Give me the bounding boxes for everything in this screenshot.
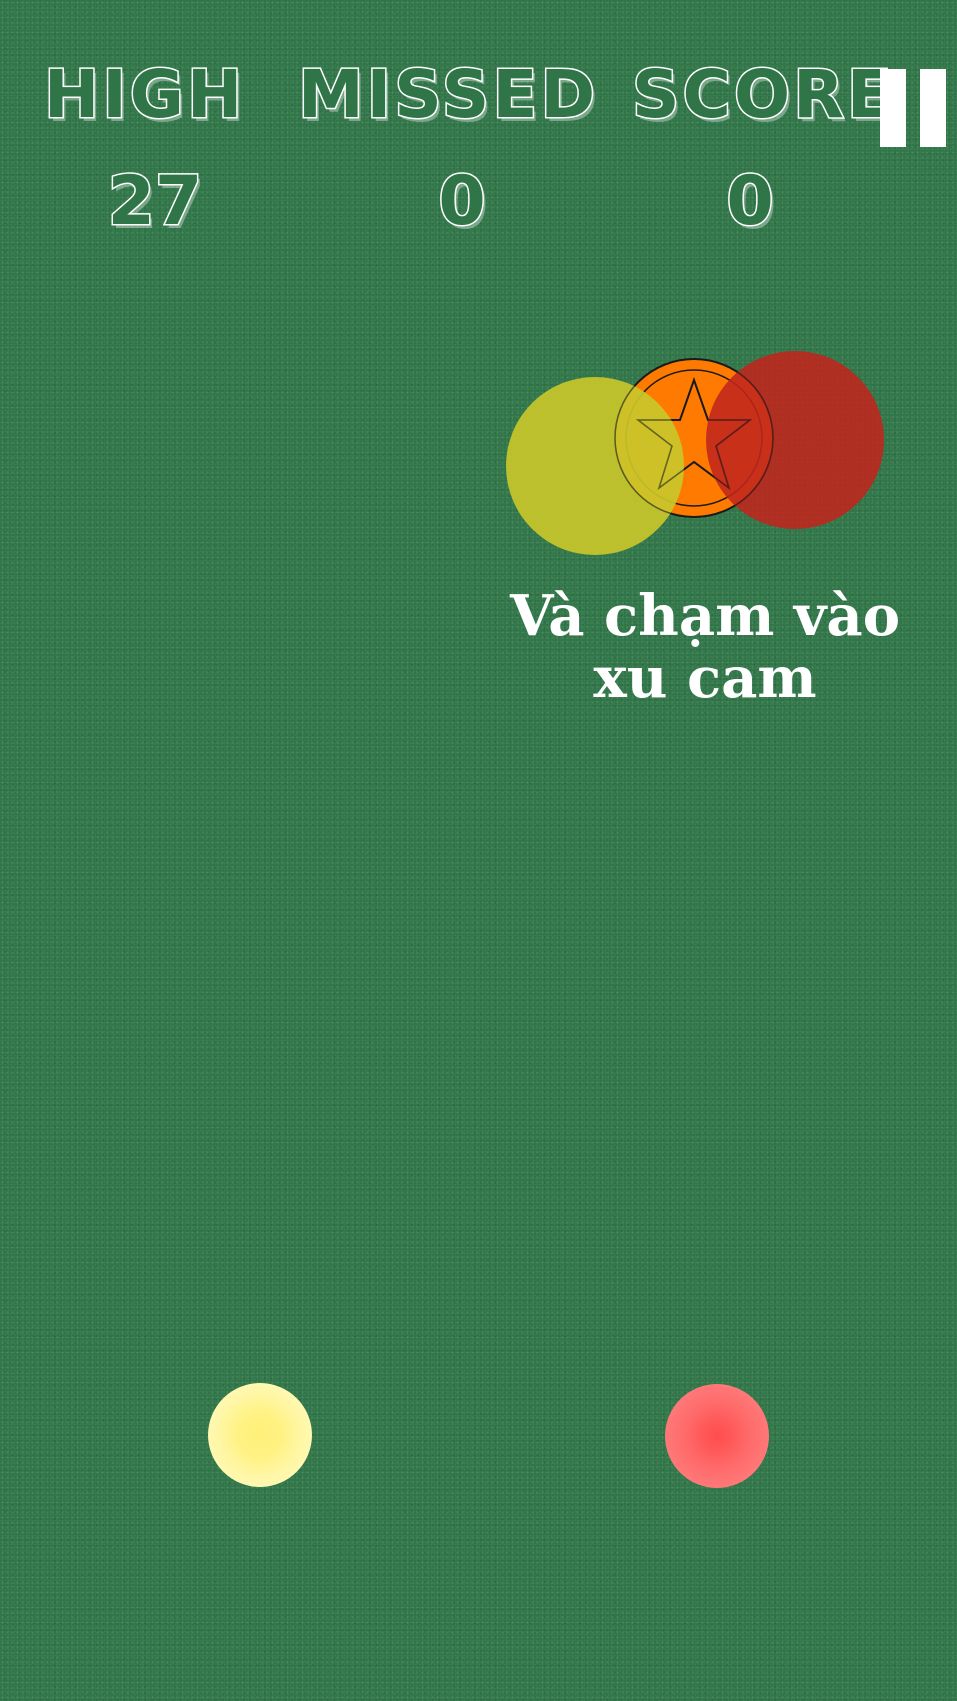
yellow-tap-button[interactable] [208,1383,312,1487]
tutorial-graphic [506,351,884,555]
red-ball [706,351,884,529]
hint-line-2: xu cam [593,645,817,711]
tutorial-hint: Và chạm vào xu cam [500,585,910,709]
hint-line-1: Và chạm vào [509,583,901,649]
red-tap-button[interactable] [665,1384,769,1488]
